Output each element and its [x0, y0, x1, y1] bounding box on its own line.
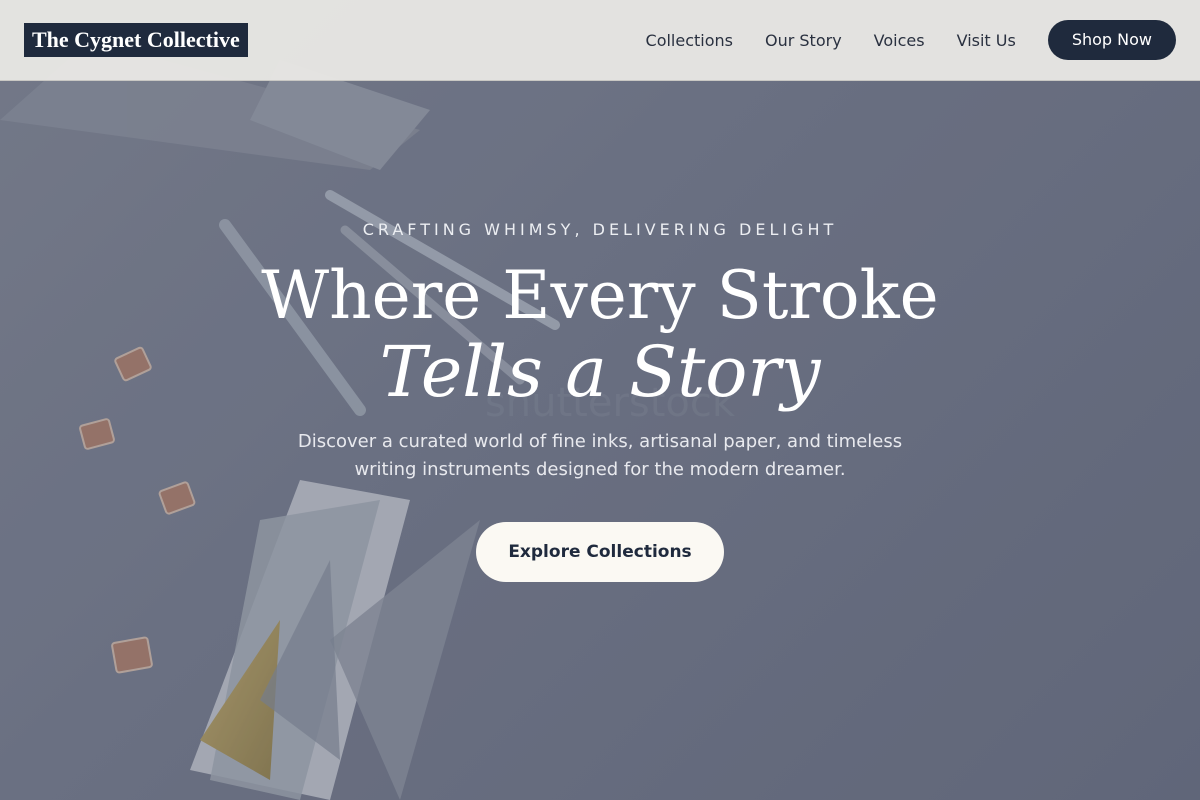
- brand-logo[interactable]: The Cygnet Collective: [24, 23, 248, 57]
- hero-content: shutterstock CRAFTING WHIMSY, DELIVERING…: [0, 0, 1200, 800]
- nav-voices[interactable]: Voices: [874, 31, 925, 50]
- hero-title-line2: Tells a Story: [379, 331, 821, 413]
- hero-description: Discover a curated world of fine inks, a…: [297, 431, 903, 480]
- shop-now-button[interactable]: Shop Now: [1047, 20, 1176, 60]
- nav-visit-us[interactable]: Visit Us: [957, 31, 1016, 50]
- hero-title-line1: Where Every Stroke: [261, 257, 939, 334]
- hero-eyebrow: CRAFTING WHIMSY, DELIVERING DELIGHT: [362, 220, 838, 239]
- main-nav: Collections Our Story Voices Visit Us Sh…: [646, 20, 1176, 60]
- nav-our-story[interactable]: Our Story: [765, 31, 842, 50]
- site-header: The Cygnet Collective Collections Our St…: [0, 0, 1200, 81]
- nav-collections[interactable]: Collections: [646, 31, 733, 50]
- explore-collections-button[interactable]: Explore Collections: [476, 522, 724, 582]
